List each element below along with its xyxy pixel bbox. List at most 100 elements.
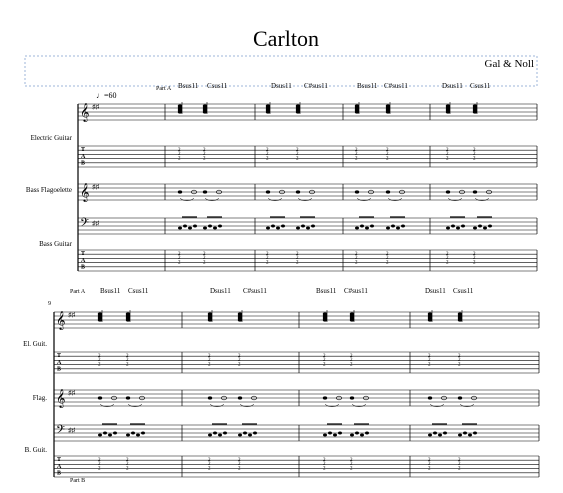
- note-head: [248, 433, 252, 437]
- tab-number: 2: [428, 362, 431, 367]
- note-head: [322, 318, 328, 322]
- note-head: [463, 431, 467, 435]
- note-head: [125, 318, 131, 322]
- tab-number: 2: [98, 362, 101, 367]
- tab-number: 2: [458, 466, 461, 471]
- chord-symbol: C#sus11: [243, 287, 267, 295]
- note-head: [354, 110, 360, 114]
- chord-symbol: C#sus11: [344, 287, 368, 295]
- note-head: [237, 318, 243, 322]
- note-head: [295, 190, 301, 194]
- chord-symbol: Dsus11: [271, 82, 292, 90]
- tab-number: 2: [350, 466, 353, 471]
- note-head: [458, 433, 462, 437]
- tab-number: 2: [238, 466, 241, 471]
- key-signature: ♯♯: [92, 220, 100, 228]
- system-1: 𝄞 ♯♯TAB222222222222222222222222𝄞 ♯♯𝄢 ♯♯TAB2…: [77, 102, 538, 272]
- note-head: [178, 226, 182, 230]
- note-head: [323, 433, 327, 437]
- tab-number: 2: [355, 156, 358, 161]
- tab-number: 2: [296, 260, 299, 265]
- note-head: [473, 226, 477, 230]
- tab-clef: T: [81, 147, 85, 153]
- note-head: [386, 226, 390, 230]
- note-head: [385, 110, 391, 114]
- system-2: 𝄞 ♯♯TAB222222222222222222222222𝄞 ♯♯𝄢 ♯♯TAB2…: [53, 310, 540, 478]
- note-head: [472, 190, 478, 194]
- note-head: [445, 110, 451, 114]
- chord-symbol: Bsus11: [316, 287, 337, 295]
- tab-number: 2: [386, 156, 389, 161]
- note-head: [207, 318, 213, 322]
- note-head: [238, 433, 242, 437]
- note-head: [457, 396, 463, 400]
- tie-arc: [267, 198, 283, 202]
- chord-symbol: Csus11: [207, 82, 228, 90]
- note-head: [360, 433, 364, 437]
- note-head: [296, 226, 300, 230]
- key-signature: ♯♯: [68, 427, 76, 435]
- instrument-labels-system1: Electric Guitar Bass Flagoelette Bass Gu…: [26, 134, 73, 248]
- tab-clef: T: [57, 353, 61, 359]
- tie-arc: [387, 198, 403, 202]
- composer-label: Gal & Noll: [485, 58, 535, 70]
- chord-symbol: Dsus11: [210, 287, 231, 295]
- note-head: [203, 226, 207, 230]
- note-head: [136, 433, 140, 437]
- note-head: [483, 226, 487, 230]
- note-head: [427, 318, 433, 322]
- note-head: [488, 224, 492, 228]
- chord-symbol: Bsus11: [357, 82, 378, 90]
- chord-symbol: Csus11: [128, 287, 149, 295]
- tie-arc: [474, 198, 490, 202]
- score-canvas: Carlton Gal & Noll ♩=60 Part A Bsus11 Cs…: [23, 26, 540, 484]
- chord-symbol: C#sus11: [384, 82, 408, 90]
- note-head: [281, 224, 285, 228]
- tab-number: 2: [323, 362, 326, 367]
- tie-arc: [204, 198, 220, 202]
- tab-number: 2: [323, 466, 326, 471]
- score-page: Carlton Gal & Noll ♩=60 Part A Bsus11 Cs…: [0, 0, 563, 488]
- tab-clef: B: [81, 264, 85, 270]
- note-head: [472, 110, 478, 114]
- note-head: [451, 224, 455, 228]
- note-head: [98, 433, 102, 437]
- tab-clef: T: [81, 251, 85, 257]
- tab-number: 2: [355, 260, 358, 265]
- note-head: [202, 110, 208, 114]
- tie-arc: [429, 404, 445, 408]
- note-head: [428, 433, 432, 437]
- chord-symbol: Dsus11: [442, 82, 463, 90]
- note-head: [438, 433, 442, 437]
- note-head: [355, 431, 359, 435]
- tab-number: 2: [428, 466, 431, 471]
- tab-clef: A: [81, 154, 86, 160]
- note-head: [108, 433, 112, 437]
- note-head: [126, 433, 130, 437]
- note-head: [478, 224, 482, 228]
- note-head: [360, 224, 364, 228]
- chord-symbol: Csus11: [470, 82, 491, 90]
- note-head: [193, 224, 197, 228]
- note-head: [265, 110, 271, 114]
- tempo-marking: ♩=60: [96, 91, 117, 100]
- note-head: [202, 190, 208, 194]
- note-head: [457, 318, 463, 322]
- note-head: [349, 318, 355, 322]
- tie-arc: [447, 198, 463, 202]
- tab-number: 2: [203, 260, 206, 265]
- chord-symbol: C#sus11: [304, 82, 328, 90]
- tab-number: 2: [446, 156, 449, 161]
- note-head: [177, 190, 183, 194]
- chord-symbol: Csus11: [453, 287, 474, 295]
- key-signature: ♯♯: [92, 183, 100, 191]
- tab-clef: B: [57, 470, 61, 476]
- note-head: [141, 431, 145, 435]
- tab-number: 2: [98, 466, 101, 471]
- note-head: [391, 224, 395, 228]
- note-head: [97, 318, 103, 322]
- note-head: [188, 226, 192, 230]
- tab-number: 2: [473, 156, 476, 161]
- instrument-label: El. Guit.: [23, 340, 47, 348]
- instrument-label: B. Guit.: [25, 446, 48, 454]
